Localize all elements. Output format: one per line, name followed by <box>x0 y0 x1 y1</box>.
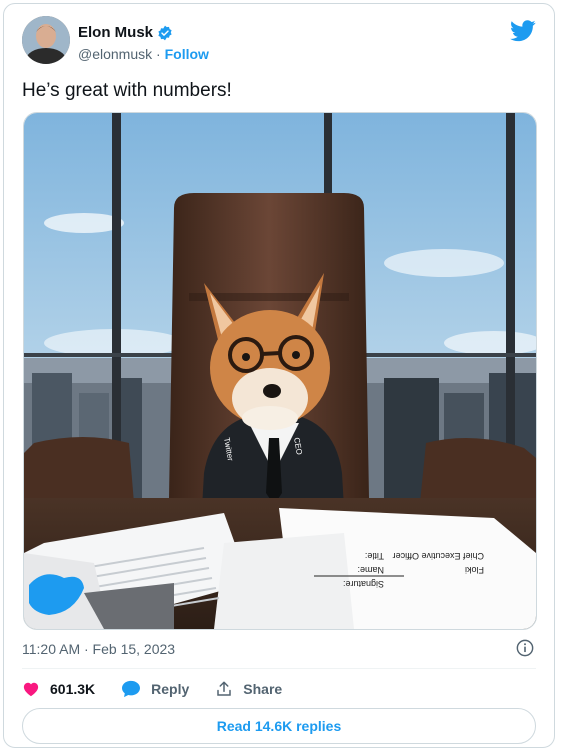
doc-name-label: Name: <box>357 565 384 575</box>
tweet-header: Elon Musk @elonmusk · Follow <box>22 16 540 66</box>
heart-icon <box>23 682 39 697</box>
author-handle[interactable]: @elonmusk <box>78 46 152 62</box>
avatar[interactable] <box>22 16 70 64</box>
share-label: Share <box>243 681 283 697</box>
share-button[interactable]: Share <box>215 680 282 698</box>
doc-title-value: Chief Executive Officer <box>393 551 484 561</box>
tweet-actions: 601.3K Reply Share <box>22 680 308 698</box>
reply-bubble-icon <box>122 680 141 698</box>
follow-button[interactable]: Follow <box>165 46 209 62</box>
author-name[interactable]: Elon Musk <box>78 24 153 41</box>
doc-name-value: Floki <box>465 565 484 575</box>
reply-label: Reply <box>151 681 190 697</box>
author-row: Elon Musk <box>78 24 173 41</box>
doc-signature-label: Signature: <box>343 579 384 589</box>
separator: · <box>152 46 165 62</box>
like-count: 601.3K <box>50 681 96 697</box>
verified-badge-icon <box>158 25 172 40</box>
tweet-card: Elon Musk @elonmusk · Follow He’s great … <box>3 3 555 748</box>
divider <box>22 668 536 669</box>
handle-row: @elonmusk · Follow <box>78 46 209 62</box>
reply-button[interactable]: Reply <box>121 680 189 698</box>
twitter-bird-icon[interactable] <box>510 20 536 42</box>
info-icon[interactable] <box>516 639 534 657</box>
tweet-photo[interactable]: Twitter CEO Chief Executive Officer Titl… <box>23 112 537 630</box>
read-replies-button[interactable]: Read 14.6K replies <box>22 708 536 744</box>
tweet-text: He’s great with numbers! <box>22 80 232 101</box>
doc-title-label: Title: <box>365 551 384 561</box>
like-button[interactable]: 601.3K <box>22 680 95 698</box>
tweet-timestamp[interactable]: 11:20 AM · Feb 15, 2023 <box>22 641 175 657</box>
share-icon <box>217 681 232 696</box>
